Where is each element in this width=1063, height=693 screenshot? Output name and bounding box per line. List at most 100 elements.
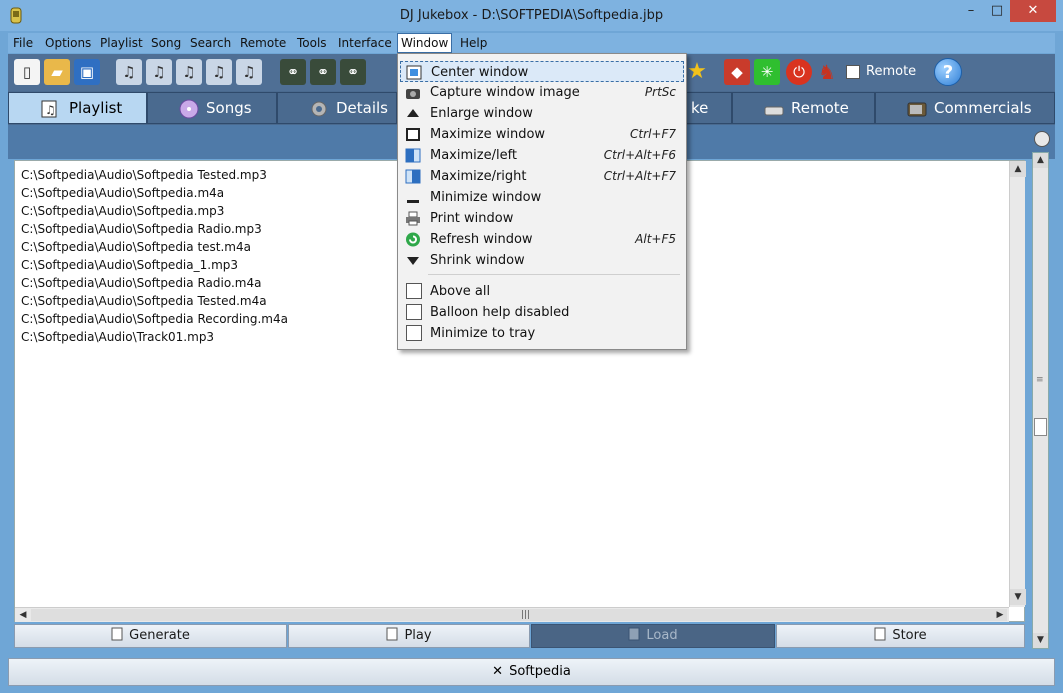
playlist-tool-5-button[interactable]: ♫ (236, 59, 262, 85)
menu-tools[interactable]: Tools (294, 33, 330, 53)
minimize-to-tray-checkbox[interactable] (406, 325, 422, 341)
grip-icon: ||| (521, 610, 531, 620)
tab-songs[interactable]: Songs (147, 92, 277, 124)
scroll-up-arrow-icon[interactable]: ▲ (1010, 161, 1026, 177)
remote-checkbox-label: Remote (866, 64, 917, 79)
find-button[interactable]: ⚭ (280, 59, 306, 85)
tab-details[interactable]: Details (277, 92, 397, 124)
page-scroll-thumb[interactable] (1034, 418, 1047, 436)
center-window-icon (406, 65, 422, 80)
list-vertical-scrollbar[interactable]: ▲ ▼ (1009, 161, 1026, 607)
power-icon: ⏻ (793, 63, 805, 81)
close-icon: ✕ (492, 664, 504, 679)
menu-item-maximize-window[interactable]: Maximize window Ctrl+F7 (400, 124, 684, 145)
refresh-button[interactable]: ✳ (754, 59, 780, 85)
maximize-left-icon (405, 148, 421, 163)
menu-item-label: Enlarge window (430, 106, 533, 121)
menu-options[interactable]: Options (42, 33, 94, 53)
list-item[interactable]: C:\Softpedia\Audio\Softpedia Tested.mp3 (21, 168, 267, 182)
playlist-tool-3-button[interactable]: ♫ (176, 59, 202, 85)
playlist-tool-1-button[interactable]: ♫ (116, 59, 142, 85)
menu-file[interactable]: File (10, 33, 36, 53)
menu-item-maximize-left[interactable]: Maximize/left Ctrl+Alt+F6 (400, 145, 684, 166)
scroll-down-arrow-icon[interactable]: ▼ (1010, 589, 1026, 605)
tab-karaoke[interactable]: ke (686, 92, 732, 124)
menu-playlist[interactable]: Playlist (97, 33, 146, 53)
music-doc-icon (111, 627, 123, 641)
favorite-button[interactable]: ★ (684, 59, 710, 85)
shrink-icon (407, 257, 419, 265)
play-button[interactable]: Play (288, 624, 530, 648)
list-item[interactable]: C:\Softpedia\Audio\Softpedia.mp3 (21, 204, 224, 218)
page-scroll-up-arrow-icon[interactable]: ▲ (1033, 153, 1048, 168)
menu-item-label: Balloon help disabled (430, 305, 570, 320)
scroll-right-arrow-icon[interactable]: ▶ (993, 608, 1007, 622)
page-vertical-scrollbar[interactable]: ▲ ≡ ▼ (1032, 152, 1049, 649)
binoculars-next-icon: ⚭ (316, 63, 330, 81)
menu-item-maximize-right[interactable]: Maximize/right Ctrl+Alt+F7 (400, 166, 684, 187)
menu-item-label: Maximize/left (430, 148, 518, 163)
playlist-tool-4-button[interactable]: ♫ (206, 59, 232, 85)
menu-remote[interactable]: Remote (237, 33, 289, 53)
page-scroll-down-arrow-icon[interactable]: ▼ (1033, 633, 1048, 648)
power-button[interactable]: ⏻ (786, 59, 812, 85)
menu-item-minimize-to-tray[interactable]: Minimize to tray (400, 323, 684, 344)
menu-window[interactable]: Window (397, 33, 453, 53)
list-item[interactable]: C:\Softpedia\Audio\Track01.mp3 (21, 330, 214, 344)
list-item[interactable]: C:\Softpedia\Audio\Softpedia_1.mp3 (21, 258, 238, 272)
tab-commercials[interactable]: Commercials (875, 92, 1055, 124)
help-button[interactable]: ? (934, 58, 962, 86)
tab-commercials-label: Commercials (934, 99, 1032, 117)
menu-item-center-window[interactable]: Center window (400, 61, 684, 82)
tab-playlist-label: Playlist (69, 99, 123, 117)
tag-button[interactable]: ◆ (724, 59, 750, 85)
minimize-window-button[interactable]: – (958, 0, 984, 22)
save-button[interactable]: ▣ (74, 59, 100, 85)
menu-item-enlarge-window[interactable]: Enlarge window (400, 103, 684, 124)
menu-item-refresh-window[interactable]: Refresh window Alt+F5 (400, 229, 684, 250)
find-previous-button[interactable]: ⚭ (340, 59, 366, 85)
list-item[interactable]: C:\Softpedia\Audio\Softpedia test.m4a (21, 240, 251, 254)
menu-item-capture-window-image[interactable]: Capture window image PrtSc (400, 82, 684, 103)
menu-item-balloon-help-disabled[interactable]: Balloon help disabled (400, 302, 684, 323)
close-window-button[interactable]: ✕ (1010, 0, 1056, 22)
tab-remote[interactable]: Remote (732, 92, 875, 124)
list-item[interactable]: C:\Softpedia\Audio\Softpedia Recording.m… (21, 312, 288, 326)
rooster-button[interactable]: ♞ (814, 59, 840, 85)
store-button[interactable]: Store (776, 624, 1025, 648)
printer-icon (406, 211, 420, 226)
find-next-button[interactable]: ⚭ (310, 59, 336, 85)
menu-item-minimize-window[interactable]: Minimize window (400, 187, 684, 208)
above-all-checkbox[interactable] (406, 283, 422, 299)
scroll-left-arrow-icon[interactable]: ◀ (16, 608, 30, 622)
horizontal-scroll-thumb[interactable]: ||| (31, 609, 1007, 621)
balloon-help-checkbox[interactable] (406, 304, 422, 320)
tab-playlist[interactable]: ♫ Playlist (8, 92, 147, 124)
menu-item-print-window[interactable]: Print window (400, 208, 684, 229)
list-item[interactable]: C:\Softpedia\Audio\Softpedia Radio.m4a (21, 276, 261, 290)
maximize-window-button[interactable]: □ (984, 0, 1010, 22)
play-label: Play (404, 628, 432, 643)
playlist-tool-2-button[interactable]: ♫ (146, 59, 172, 85)
list-horizontal-scrollbar[interactable]: ◀ ||| ▶ (15, 607, 1009, 622)
list-item[interactable]: C:\Softpedia\Audio\Softpedia.m4a (21, 186, 224, 200)
status-bar-button[interactable]: ✕ Softpedia (8, 658, 1055, 686)
list-item[interactable]: C:\Softpedia\Audio\Softpedia Radio.mp3 (21, 222, 262, 236)
open-folder-button[interactable]: ▰ (44, 59, 70, 85)
load-label: Load (646, 628, 678, 643)
title-bar: DJ Jukebox - D:\SOFTPEDIA\Softpedia.jbp … (0, 0, 1063, 31)
menu-search[interactable]: Search (187, 33, 234, 53)
list-item[interactable]: C:\Softpedia\Audio\Softpedia Tested.m4a (21, 294, 267, 308)
remote-checkbox[interactable] (846, 65, 860, 79)
generate-label: Generate (129, 628, 190, 643)
menu-item-above-all[interactable]: Above all (400, 281, 684, 302)
store-label: Store (892, 628, 927, 643)
menu-item-shrink-window[interactable]: Shrink window (400, 250, 684, 271)
menu-help[interactable]: Help (457, 33, 490, 53)
load-button[interactable]: Load (531, 624, 775, 648)
generate-button[interactable]: Generate (14, 624, 287, 648)
menu-song[interactable]: Song (148, 33, 184, 53)
new-file-button[interactable]: ▯ (14, 59, 40, 85)
menu-interface[interactable]: Interface (335, 33, 395, 53)
eject-icon[interactable] (1034, 131, 1050, 147)
